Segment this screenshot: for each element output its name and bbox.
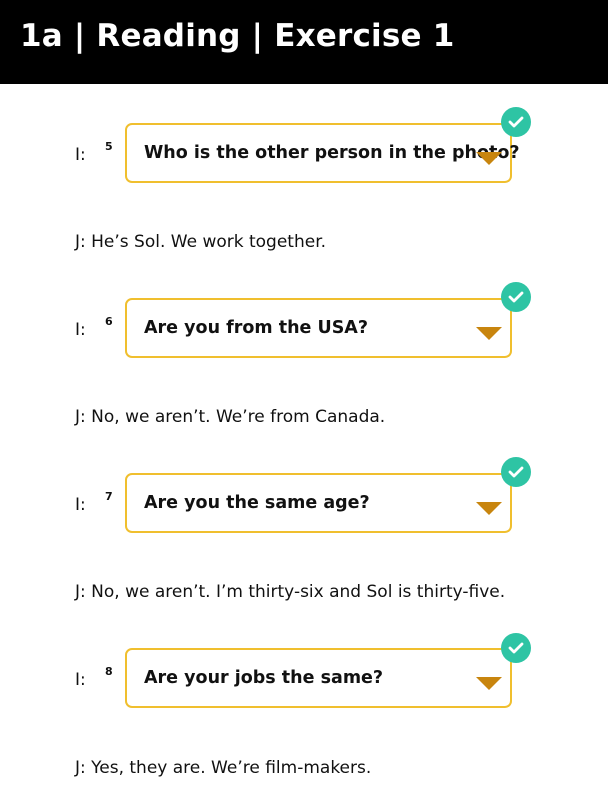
dropdown-selected-value: Are your jobs the same? xyxy=(144,668,384,688)
check-circle-icon xyxy=(501,107,531,137)
question-number: 5 xyxy=(105,140,113,153)
answer-text: J: He’s Sol. We work together. xyxy=(75,232,327,252)
speaker-label: I: xyxy=(75,495,86,515)
answer-dropdown[interactable]: Who is the other person in the photo? xyxy=(125,123,520,183)
dropdown-selected-value: Who is the other person in the photo? xyxy=(144,143,520,163)
answer-text: J: No, we aren’t. I’m thirty-six and Sol… xyxy=(75,582,506,602)
page-title: 1a | Reading | Exercise 1 xyxy=(20,18,455,54)
answer-dropdown[interactable]: Are you from the USA? xyxy=(125,298,512,358)
speaker-label: I: xyxy=(75,670,86,690)
speaker-label: I: xyxy=(75,320,86,340)
check-circle-icon xyxy=(501,457,531,487)
caret-down-icon[interactable] xyxy=(476,677,502,690)
answer-text: J: No, we aren’t. We’re from Canada. xyxy=(75,407,386,427)
question-number: 7 xyxy=(105,490,113,503)
caret-down-icon[interactable] xyxy=(476,502,502,515)
answer-text: J: Yes, they are. We’re film-makers. xyxy=(75,758,372,778)
question-number: 6 xyxy=(105,315,113,328)
speaker-label: I: xyxy=(75,145,86,165)
dropdown-selected-value: Are you the same age? xyxy=(144,493,370,513)
answer-dropdown[interactable]: Are you the same age? xyxy=(125,473,512,533)
caret-down-icon[interactable] xyxy=(476,327,502,340)
check-circle-icon xyxy=(501,633,531,663)
question-number: 8 xyxy=(105,665,113,678)
check-circle-icon xyxy=(501,282,531,312)
answer-dropdown[interactable]: Are your jobs the same? xyxy=(125,648,512,708)
header-bar: 1a | Reading | Exercise 1 xyxy=(0,0,608,84)
dropdown-selected-value: Are you from the USA? xyxy=(144,318,369,338)
caret-down-icon[interactable] xyxy=(476,152,502,165)
